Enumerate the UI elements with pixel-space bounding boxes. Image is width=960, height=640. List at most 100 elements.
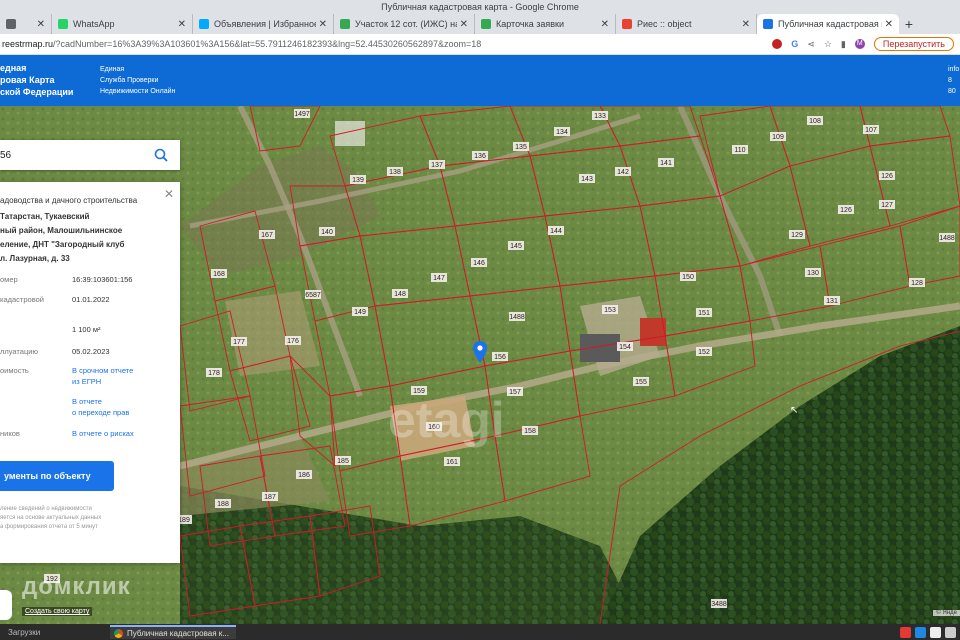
sidepanel-icon[interactable]: ▮ — [841, 39, 846, 50]
plot-number-label[interactable]: 168 — [213, 271, 225, 278]
plot-number-label[interactable]: 142 — [617, 169, 629, 176]
map-pin-icon[interactable] — [473, 341, 487, 363]
browser-tab[interactable]: Участок 12 сот. (ИЖС) на продажу✕ — [334, 14, 475, 34]
browser-tab[interactable]: ✕ — [0, 14, 52, 34]
plot-number-label[interactable]: 155 — [635, 379, 647, 386]
plot-number-label[interactable]: 131 — [826, 298, 838, 305]
plot-number-label[interactable]: 1488 — [509, 314, 525, 321]
downloads-label[interactable]: Загрузки — [0, 628, 110, 637]
tab-close-icon[interactable]: ✕ — [601, 19, 609, 30]
new-tab-button[interactable]: + — [899, 14, 919, 34]
plot-number-label[interactable]: 130 — [807, 270, 819, 277]
bookmark-star-icon[interactable]: ☆ — [824, 39, 832, 50]
plot-number-label[interactable]: 186 — [298, 472, 310, 479]
plot-number-label[interactable]: 126 — [840, 207, 852, 214]
plot-number-label[interactable]: 140 — [321, 229, 333, 236]
plot-number-label[interactable]: 158 — [524, 428, 536, 435]
google-icon[interactable]: G — [791, 39, 798, 49]
tab-close-icon[interactable]: ✕ — [885, 19, 893, 30]
browser-tab[interactable]: Карточка заявки ✕ — [475, 14, 616, 34]
plot-number-label[interactable]: 1488 — [939, 235, 955, 242]
plot-number-label[interactable]: 139 — [352, 177, 364, 184]
tab-close-icon[interactable]: ✕ — [460, 19, 468, 30]
volume-tray-icon[interactable] — [930, 626, 941, 638]
plot-number-label[interactable]: 149 — [354, 309, 366, 316]
plot-number-label[interactable]: 109 — [772, 134, 784, 141]
plot-number-label[interactable]: 6587 — [305, 292, 321, 299]
plot-number-label[interactable]: 150 — [682, 274, 694, 281]
plot-number-label[interactable]: 127 — [881, 202, 893, 209]
plot-number-label[interactable]: 157 — [509, 389, 521, 396]
search-input[interactable]: 56 — [0, 150, 154, 161]
plot-number-label[interactable]: 154 — [619, 344, 631, 351]
tab-close-icon[interactable]: ✕ — [37, 19, 45, 30]
plot-number-label[interactable]: 138 — [389, 169, 401, 176]
plot-number-label[interactable]: 137 — [431, 162, 443, 169]
extension-icon[interactable] — [772, 39, 783, 49]
browser-tab[interactable]: Объявления | Избранное | Авито✕ — [193, 14, 334, 34]
relaunch-button[interactable]: Перезапустить — [873, 37, 954, 51]
service-link[interactable]: Единая Служба Проверки Недвижимости Онла… — [100, 64, 175, 97]
address-line: ный район, Малошильнинское — [0, 226, 123, 235]
taskbar-chrome-window[interactable]: Публичная кадастровая к... — [110, 625, 236, 639]
plot-number-label[interactable]: 135 — [515, 144, 527, 151]
share-icon[interactable]: ⋖ — [807, 39, 815, 50]
plot-number-label[interactable]: 129 — [791, 232, 803, 239]
plot-number-label[interactable]: 141 — [660, 160, 672, 167]
plot-number-label[interactable]: 108 — [809, 118, 821, 125]
report-link[interactable]: из ЕГРН — [72, 377, 101, 386]
plot-number-label[interactable]: 178 — [208, 370, 220, 377]
plot-number-label[interactable]: 143 — [581, 176, 593, 183]
plot-number-label[interactable]: 146 — [473, 260, 485, 267]
window-title: Публичная кадастровая карта - Google Chr… — [0, 0, 960, 14]
documents-button[interactable]: ументы по объекту — [0, 461, 114, 491]
plot-number-label[interactable]: 133 — [594, 113, 606, 120]
plot-number-label[interactable]: 153 — [604, 307, 616, 314]
plot-number-label[interactable]: 136 — [474, 153, 486, 160]
plot-number-label[interactable]: 145 — [510, 243, 522, 250]
browser-tab[interactable]: Риес :: object ✕ — [616, 14, 757, 34]
report-link[interactable]: В отчете о рисках — [72, 429, 134, 438]
plot-number-label[interactable]: 147 — [433, 275, 445, 282]
plot-number-label[interactable]: 144 — [550, 228, 562, 235]
report-link[interactable]: В срочном отчете — [72, 366, 133, 375]
tab-close-icon[interactable]: ✕ — [742, 19, 750, 30]
plot-number-label[interactable]: 126 — [881, 173, 893, 180]
app-tray-icon[interactable] — [900, 626, 911, 638]
plot-number-label[interactable]: 148 — [394, 291, 406, 298]
report-link[interactable]: В отчете — [72, 397, 102, 406]
tab-close-icon[interactable]: ✕ — [319, 19, 327, 30]
plot-number-label[interactable]: 185 — [337, 458, 349, 465]
network-tray-icon[interactable] — [915, 626, 926, 638]
search-icon[interactable] — [154, 148, 168, 162]
header-phone: 8 80 — [948, 77, 956, 95]
plot-number-label[interactable]: 128 — [911, 280, 923, 287]
plot-number-label[interactable]: 156 — [494, 354, 506, 361]
battery-tray-icon[interactable] — [945, 626, 956, 638]
plot-number-label[interactable]: 188 — [217, 501, 229, 508]
plot-number-label[interactable]: 134 — [556, 129, 568, 136]
plot-number-label[interactable]: 176 — [287, 338, 299, 345]
plot-number-label[interactable]: 107 — [865, 127, 877, 134]
map-side-control[interactable] — [0, 590, 12, 620]
report-link[interactable]: о переходе прав — [72, 408, 129, 417]
create-map-link[interactable]: Создать свою карту — [22, 607, 93, 616]
tab-close-icon[interactable]: ✕ — [178, 19, 186, 30]
browser-tab[interactable]: Публичная кадастровая карта✕ — [757, 14, 899, 34]
plot-number-label[interactable]: 151 — [698, 310, 710, 317]
plot-number-label[interactable]: 187 — [264, 494, 276, 501]
plot-number-label[interactable]: 152 — [698, 349, 710, 356]
plot-number-label[interactable]: 177 — [233, 339, 245, 346]
url-host: reestrmap.ru — [2, 39, 54, 49]
browser-tab[interactable]: WhatsApp ✕ — [52, 14, 193, 34]
plot-number-label[interactable]: 161 — [446, 459, 458, 466]
site-brand[interactable]: едная ровая Карта ской Федерации — [0, 62, 73, 98]
profile-avatar[interactable]: M — [854, 39, 865, 49]
url-field[interactable]: reestrmap.ru/?cadNumber=16%3A39%3A103601… — [0, 39, 772, 49]
cadastral-search[interactable]: 56 — [0, 140, 180, 170]
plot-number-label[interactable]: 110 — [734, 147, 745, 154]
plot-number-label[interactable]: 1497 — [294, 111, 310, 118]
plot-number-label[interactable]: 167 — [261, 232, 273, 239]
plot-number-label[interactable]: 3488 — [711, 601, 727, 608]
close-icon[interactable]: ✕ — [164, 187, 174, 201]
